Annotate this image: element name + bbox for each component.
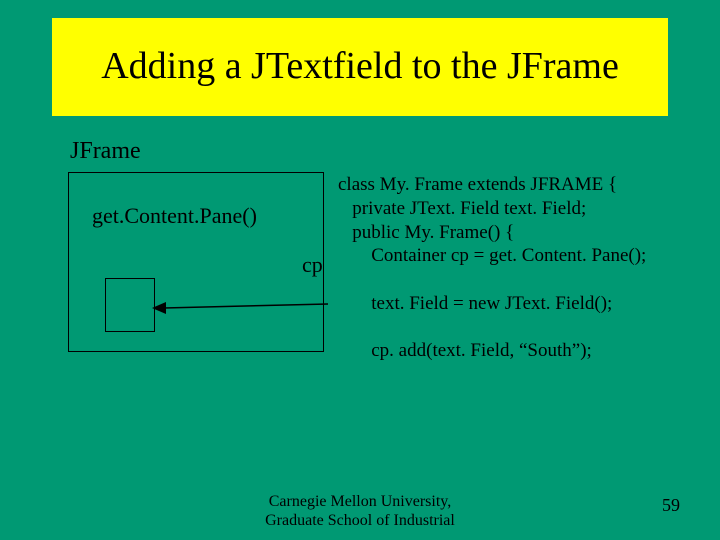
slide: Adding a JTextfield to the JFrame JFrame… <box>0 0 720 540</box>
getcontentpane-label: get.Content.Pane() <box>92 203 257 229</box>
page-number: 59 <box>662 495 680 516</box>
title-box: Adding a JTextfield to the JFrame <box>52 18 668 116</box>
code-block: class My. Frame extends JFRAME { private… <box>338 173 698 363</box>
code-line: text. Field = new JText. Field(); <box>338 293 612 314</box>
cp-label: cp <box>302 252 323 278</box>
footer-line: Graduate School of Industrial <box>265 512 455 529</box>
code-line: public My. Frame() { <box>338 222 514 243</box>
footer-line: Carnegie Mellon University, <box>269 493 451 510</box>
code-line: cp. add(text. Field, “South”); <box>338 340 592 361</box>
footer: Carnegie Mellon University, Graduate Sch… <box>0 492 720 530</box>
inner-rect <box>105 278 155 332</box>
code-line: class My. Frame extends JFRAME { <box>338 174 617 195</box>
slide-title: Adding a JTextfield to the JFrame <box>101 46 619 88</box>
code-line: Container cp = get. Content. Pane(); <box>338 245 646 266</box>
arrow-icon <box>152 298 330 318</box>
code-line: private JText. Field text. Field; <box>338 198 586 219</box>
jframe-label: JFrame <box>70 138 141 165</box>
